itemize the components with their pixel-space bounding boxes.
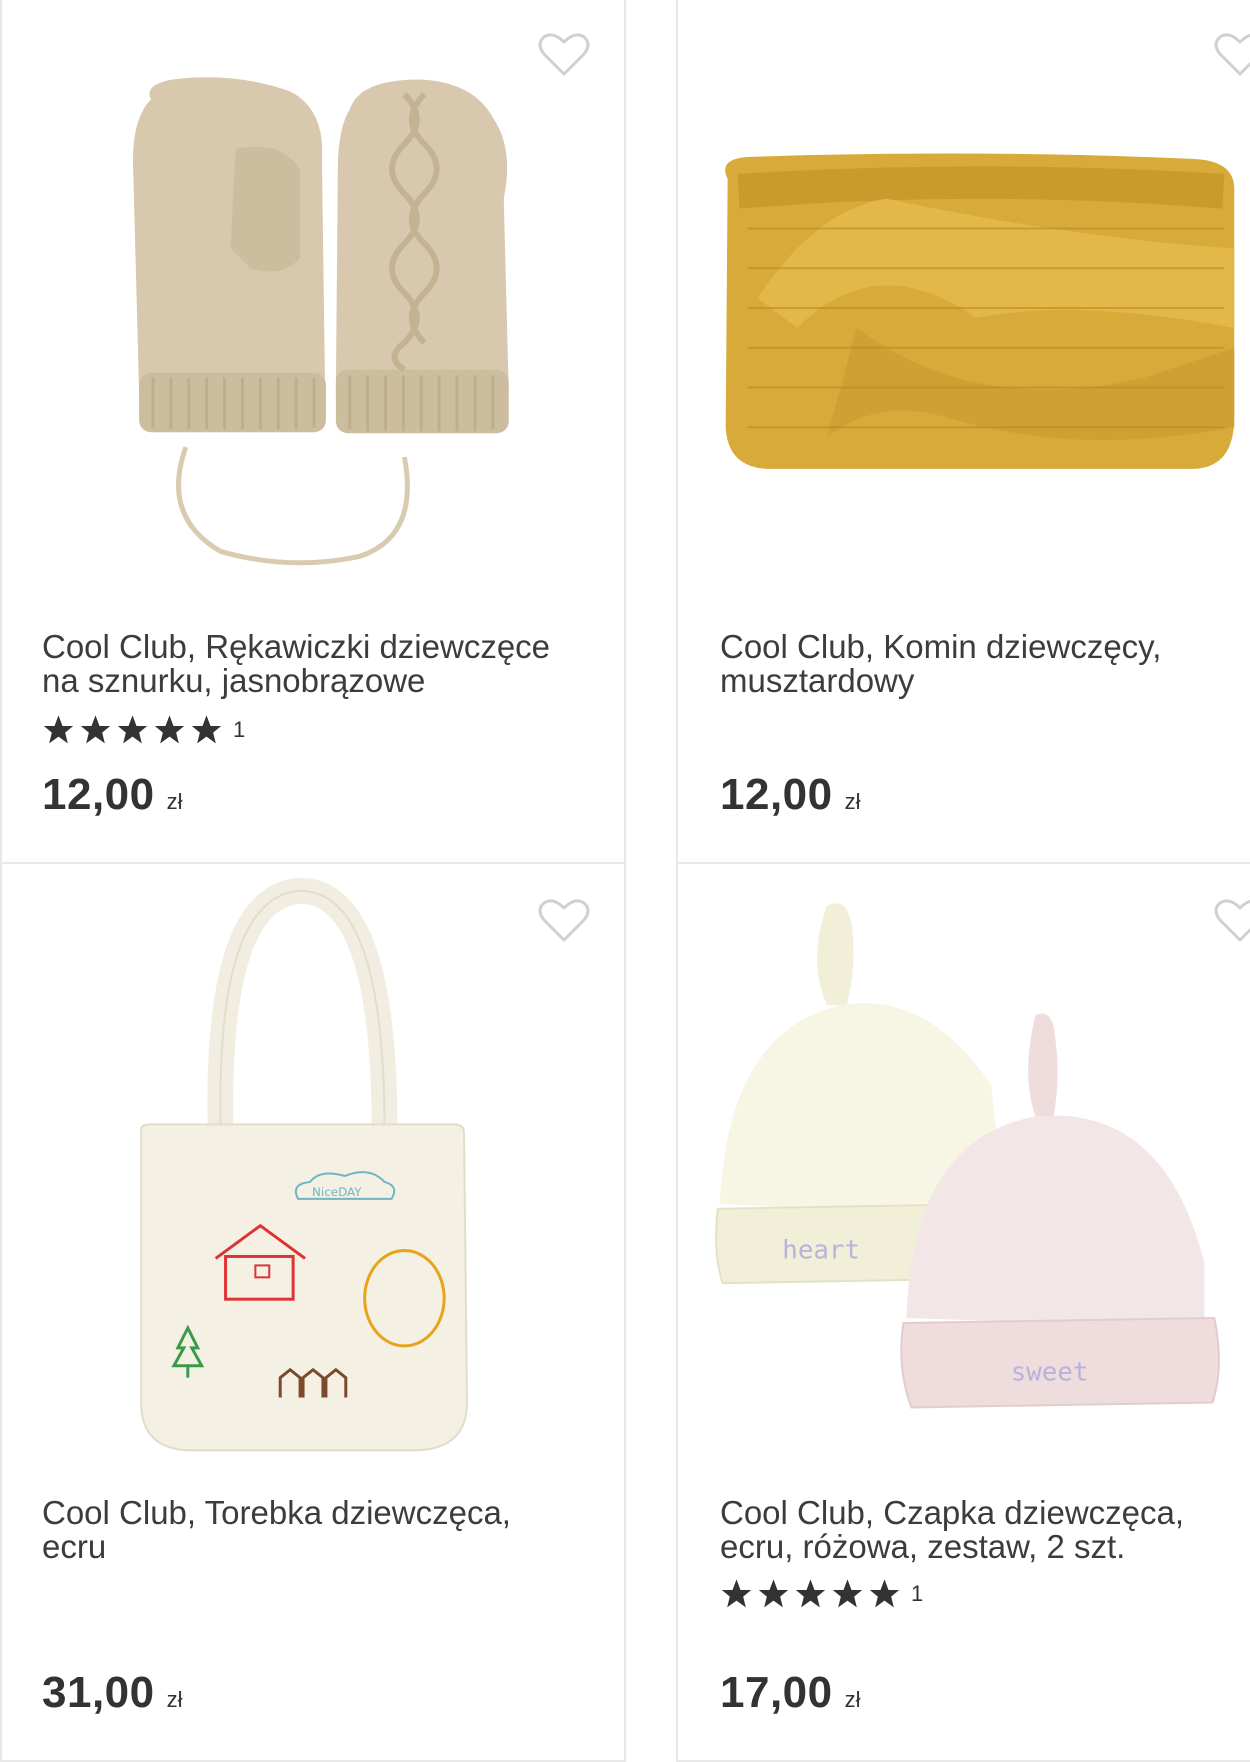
product-card[interactable]: Cool Club, Komin dziewczęcy, musztardowy…	[676, 0, 1250, 864]
product-grid: Cool Club, Rękawiczki dziewczęce na sznu…	[0, 0, 1250, 1762]
rating: 1	[720, 1578, 923, 1610]
price: 12,00 zł	[720, 770, 861, 820]
price-value: 17,00	[720, 1668, 833, 1717]
product-title[interactable]: Cool Club, Komin dziewczęcy, musztardowy	[720, 630, 1250, 698]
product-card[interactable]: NiceDAY Cool Club, Torebka dziewczęca, e…	[0, 862, 626, 1762]
rating-count: 1	[911, 1581, 924, 1606]
hat-print-text-1: heart	[782, 1235, 860, 1265]
star-icon	[191, 715, 222, 744]
hat-print-text-2: sweet	[1011, 1358, 1089, 1388]
product-card[interactable]: Cool Club, Rękawiczki dziewczęce na sznu…	[0, 0, 626, 864]
heart-icon[interactable]	[1214, 32, 1250, 78]
star-icon	[832, 1579, 863, 1608]
product-image-baby-hats[interactable]: heart sweet	[678, 864, 1250, 1484]
price-currency: zł	[844, 1687, 861, 1712]
product-card[interactable]: heart sweet Cool Club, Czapka dziewczęca…	[676, 862, 1250, 1762]
star-icon	[80, 715, 111, 744]
heart-icon[interactable]	[538, 898, 590, 944]
price-currency: zł	[166, 789, 183, 814]
star-icon	[758, 1579, 789, 1608]
product-image-tote-bag[interactable]: NiceDAY	[2, 864, 624, 1484]
product-title[interactable]: Cool Club, Torebka dziewczęca, ecru	[42, 1496, 582, 1564]
price: 31,00 zł	[42, 1668, 183, 1718]
heart-icon[interactable]	[538, 32, 590, 78]
star-icon	[43, 715, 74, 744]
star-icon	[869, 1579, 900, 1608]
price: 12,00 zł	[42, 770, 183, 820]
product-title[interactable]: Cool Club, Czapka dziewczęca, ecru, różo…	[720, 1496, 1250, 1564]
bag-print-text: NiceDAY	[312, 1185, 362, 1199]
rating: 1	[42, 714, 245, 746]
price-currency: zł	[844, 789, 861, 814]
price-value: 31,00	[42, 1668, 155, 1717]
product-title[interactable]: Cool Club, Rękawiczki dziewczęce na sznu…	[42, 630, 582, 698]
price-value: 12,00	[42, 770, 155, 819]
star-icon	[795, 1579, 826, 1608]
product-image-snood[interactable]	[678, 0, 1250, 618]
heart-icon[interactable]	[1214, 898, 1250, 944]
price-value: 12,00	[720, 770, 833, 819]
star-icon	[117, 715, 148, 744]
star-icon	[721, 1579, 752, 1608]
price-currency: zł	[166, 1687, 183, 1712]
product-image-mittens[interactable]	[2, 0, 624, 618]
price: 17,00 zł	[720, 1668, 861, 1718]
star-icon	[154, 715, 185, 744]
rating-count: 1	[233, 717, 246, 742]
